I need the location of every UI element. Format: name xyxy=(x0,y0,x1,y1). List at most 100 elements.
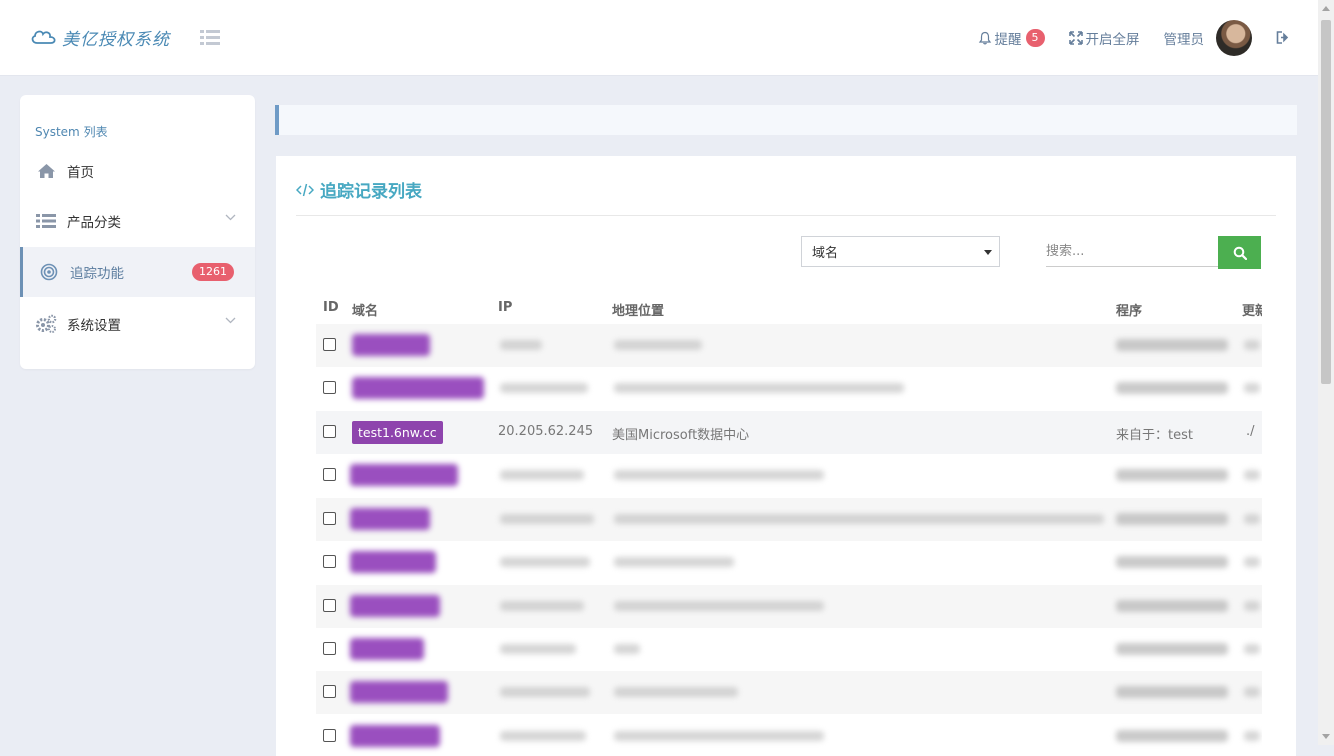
redacted-location xyxy=(614,470,824,480)
sidebar-item-label: 追踪功能 xyxy=(70,266,124,282)
col-header-location[interactable]: 地理位置 xyxy=(612,300,664,319)
logo[interactable]: 美亿授权系统 xyxy=(30,24,170,50)
top-header: 美亿授权系统 提醒 5 开启全屏 管理员 xyxy=(0,0,1318,76)
search-input[interactable] xyxy=(1046,236,1218,267)
redacted-location xyxy=(614,340,702,350)
redacted-domain xyxy=(350,725,440,747)
scrollbar-thumb[interactable] xyxy=(1321,20,1331,384)
redacted-update xyxy=(1244,514,1260,524)
table-row[interactable] xyxy=(316,715,1262,756)
col-header-ip[interactable]: IP xyxy=(498,300,512,315)
redacted-program xyxy=(1116,382,1228,394)
redacted-location xyxy=(614,557,734,567)
fullscreen-button[interactable]: 开启全屏 xyxy=(1068,28,1140,48)
bell-icon xyxy=(978,31,991,44)
sidebar-item-tracking[interactable]: 追踪功能 1261 xyxy=(20,247,255,297)
sidebar-item-home[interactable]: 首页 xyxy=(20,146,255,196)
logo-text: 美亿授权系统 xyxy=(62,29,170,50)
target-icon xyxy=(38,261,60,283)
redacted-update xyxy=(1244,601,1260,611)
expand-icon xyxy=(1068,30,1083,45)
redacted-program xyxy=(1116,556,1228,568)
col-header-domain[interactable]: 域名 xyxy=(352,300,378,319)
row-checkbox[interactable] xyxy=(323,381,336,394)
redacted-ip xyxy=(500,470,584,480)
redacted-location xyxy=(614,514,1104,524)
redacted-domain xyxy=(350,638,424,660)
redacted-program xyxy=(1116,643,1228,655)
sidebar-item-label: 首页 xyxy=(67,165,94,181)
table-row[interactable] xyxy=(316,585,1262,628)
col-header-update[interactable]: 更新 xyxy=(1242,300,1262,319)
breadcrumb xyxy=(275,105,1297,135)
row-checkbox[interactable] xyxy=(323,555,336,568)
scroll-down-icon[interactable] xyxy=(1322,734,1330,739)
chevron-down-icon xyxy=(225,317,236,324)
menu-toggle-icon[interactable] xyxy=(200,29,220,46)
table-row[interactable] xyxy=(316,367,1262,410)
update-cell: ./ xyxy=(1246,424,1255,439)
search-field-value: 域名 xyxy=(812,246,839,261)
notification-button[interactable]: 提醒 5 xyxy=(978,28,1045,48)
search-field-select[interactable]: 域名 xyxy=(801,236,1000,267)
redacted-update xyxy=(1244,687,1260,697)
redacted-program xyxy=(1116,469,1228,481)
main-card: 追踪记录列表 域名 ID 域名 IP 地理位置 程序 更新 xyxy=(276,156,1296,756)
logout-button[interactable] xyxy=(1276,31,1294,44)
sidebar-item-label: 产品分类 xyxy=(67,215,121,231)
vertical-scrollbar[interactable] xyxy=(1318,0,1334,745)
user-name: 管理员 xyxy=(1163,31,1205,48)
row-checkbox[interactable] xyxy=(323,599,336,612)
tracking-table: ID 域名 IP 地理位置 程序 更新 test1.6nw.cc 20.205.… xyxy=(316,289,1262,756)
redacted-location xyxy=(614,687,738,697)
code-icon xyxy=(296,183,314,196)
row-checkbox[interactable] xyxy=(323,685,336,698)
redacted-program xyxy=(1116,600,1228,612)
table-row[interactable] xyxy=(316,671,1262,714)
redacted-update xyxy=(1244,383,1260,393)
search-button[interactable] xyxy=(1218,236,1261,269)
redacted-program xyxy=(1116,730,1228,742)
fullscreen-label: 开启全屏 xyxy=(1085,31,1140,48)
redacted-ip xyxy=(500,514,594,524)
redacted-ip xyxy=(500,644,576,654)
col-header-program[interactable]: 程序 xyxy=(1116,300,1142,319)
redacted-program xyxy=(1116,339,1228,351)
row-checkbox[interactable] xyxy=(323,642,336,655)
table-row[interactable]: test1.6nw.cc 20.205.62.245 美国Microsoft数据… xyxy=(316,411,1262,454)
table-row[interactable] xyxy=(316,628,1262,671)
redacted-domain xyxy=(352,334,430,356)
row-checkbox[interactable] xyxy=(323,468,336,481)
title-divider xyxy=(296,215,1276,216)
row-checkbox[interactable] xyxy=(323,425,336,438)
caret-down-icon xyxy=(984,250,992,255)
cloud-logo-icon xyxy=(31,30,56,44)
redacted-location xyxy=(614,644,640,654)
redacted-location xyxy=(614,383,904,393)
table-row[interactable] xyxy=(316,541,1262,584)
row-checkbox[interactable] xyxy=(323,729,336,742)
row-checkbox[interactable] xyxy=(323,512,336,525)
sidebar-item-product-category[interactable]: 产品分类 xyxy=(20,196,255,246)
redacted-location xyxy=(614,601,824,611)
ip-cell: 20.205.62.245 xyxy=(498,424,594,439)
col-header-id[interactable]: ID xyxy=(323,300,339,315)
row-checkbox[interactable] xyxy=(323,338,336,351)
sidebar-item-system-settings[interactable]: 系统设置 xyxy=(20,299,255,349)
redacted-location xyxy=(614,731,824,741)
redacted-domain xyxy=(350,508,430,530)
table-row[interactable] xyxy=(316,498,1262,541)
program-cell: 来自于：test xyxy=(1116,428,1193,443)
redacted-update xyxy=(1244,470,1260,480)
scroll-up-icon[interactable] xyxy=(1322,6,1330,11)
notification-label: 提醒 xyxy=(994,31,1022,48)
redacted-ip xyxy=(500,687,590,697)
domain-tag[interactable]: test1.6nw.cc xyxy=(352,421,443,444)
user-menu[interactable]: 管理员 xyxy=(1163,19,1252,56)
redacted-ip xyxy=(500,557,590,567)
sign-out-icon xyxy=(1276,31,1289,44)
redacted-domain xyxy=(350,464,458,486)
redacted-ip xyxy=(500,601,584,611)
table-row[interactable] xyxy=(316,324,1262,367)
table-row[interactable] xyxy=(316,454,1262,497)
